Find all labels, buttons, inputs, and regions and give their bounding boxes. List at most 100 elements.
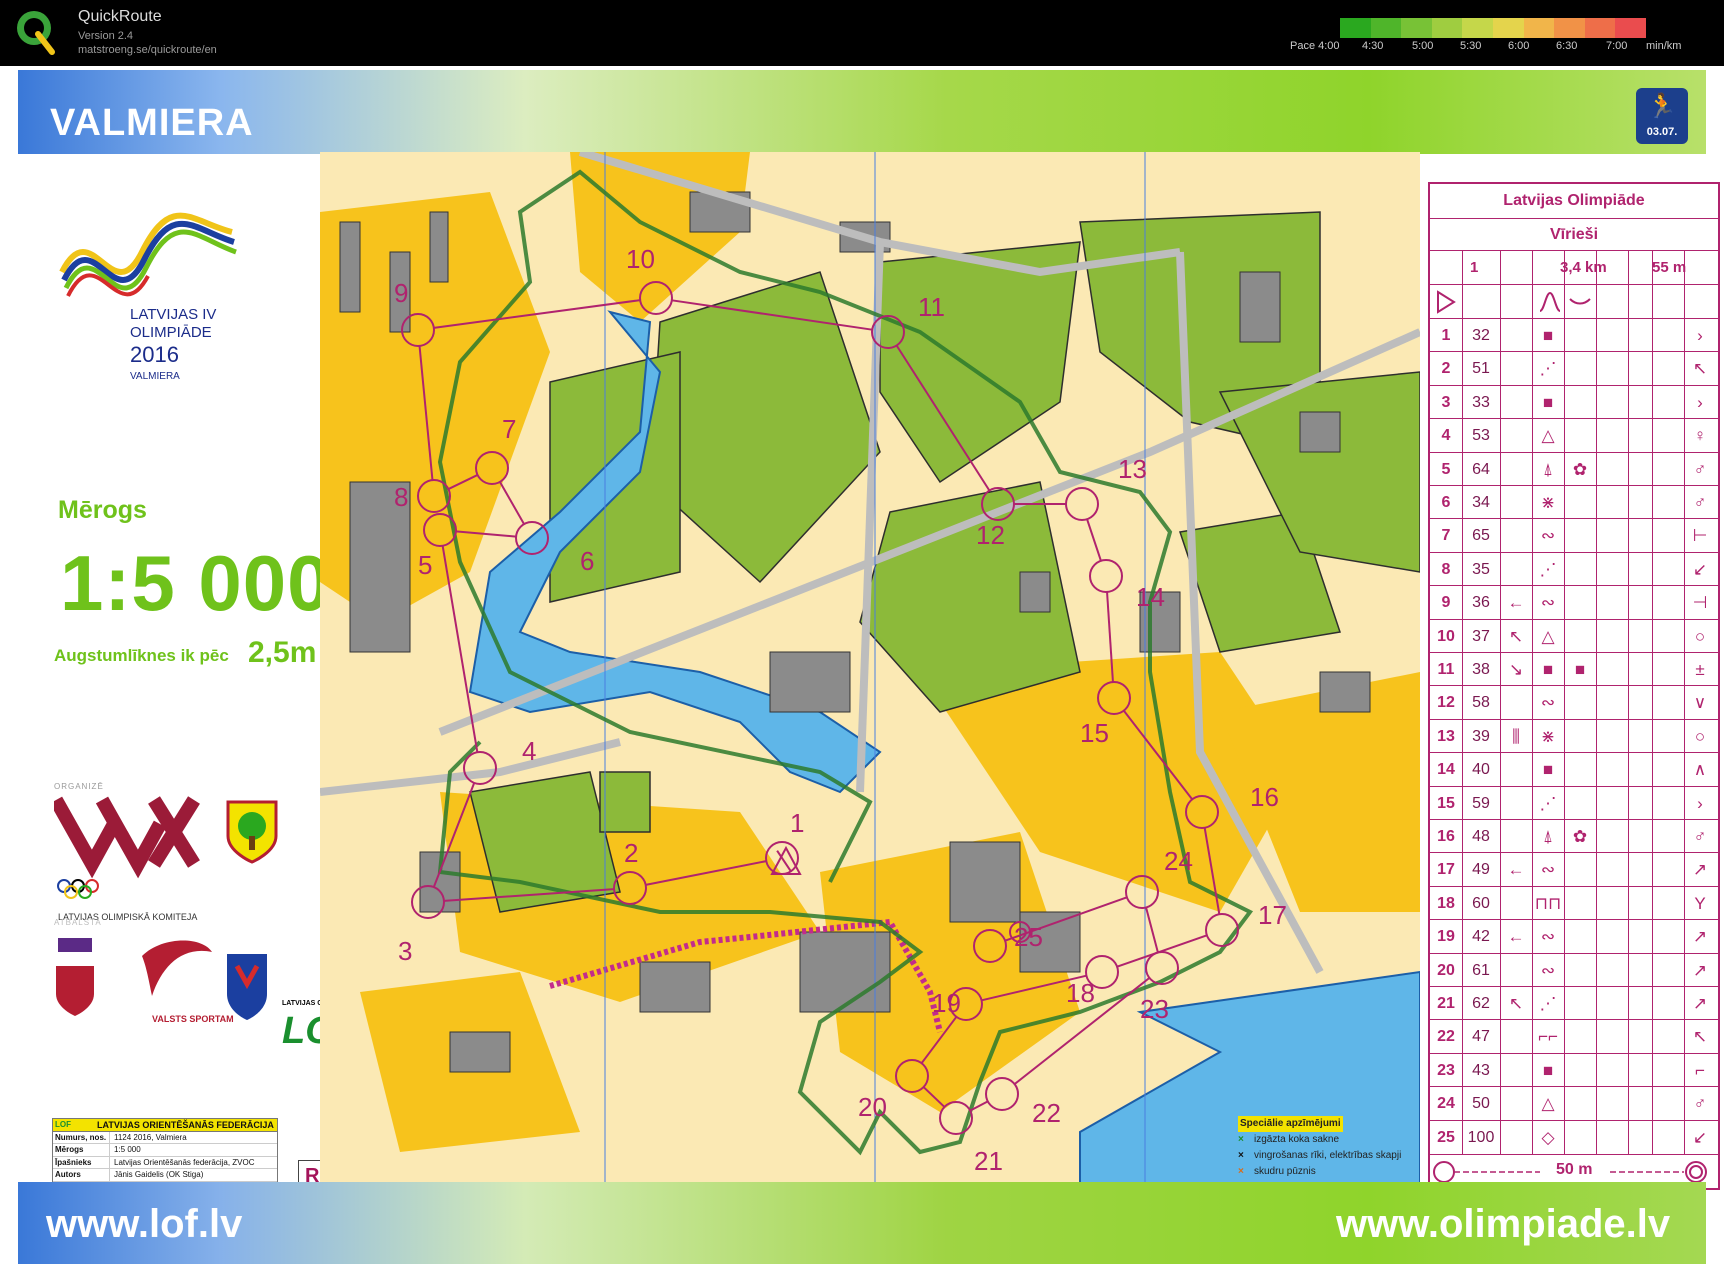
cd-feature-symbol: △ (1541, 626, 1555, 646)
cd-control-number: 21 (1437, 995, 1455, 1012)
cd-control-row: 6 34 ⋇ ♂ (1430, 485, 1718, 519)
cd-feature-symbol: ⍋ (1542, 459, 1554, 479)
cd-control-row: 7 65 ∾ ⊢ (1430, 518, 1718, 552)
cd-feature-symbol: ⋰ (1539, 559, 1557, 579)
info-table-row: Mērogs 1:5 000 (53, 1144, 277, 1157)
cd-control-row: 18 60 ⊓⊓ Y (1430, 885, 1718, 920)
cd-feature-symbol: ⋰ (1539, 994, 1557, 1013)
info-value: Latvijas Orientēšanās federācija, ZVOC (114, 1157, 255, 1167)
cd-feature-symbol: ■ (1542, 392, 1554, 412)
legend-cross-icon: × (1238, 1166, 1244, 1177)
cd-location-symbol: › (1697, 392, 1703, 412)
cd-control-row: 16 48 ⍋ ✿ ♂ (1430, 819, 1718, 853)
cd-class-name: Vīrieši (1430, 218, 1718, 251)
cd-control-number: 5 (1441, 460, 1451, 478)
cd-location-symbol: ↗ (1692, 927, 1708, 947)
cd-appearance-symbol: ■ (1574, 660, 1586, 679)
cd-control-row: 19 42 ← ∾ ↗ (1430, 919, 1718, 953)
cd-feature-symbol: ∾ (1540, 927, 1556, 947)
cd-control-number: 25 (1437, 1128, 1455, 1146)
cd-which-feature-symbol: ↖ (1508, 994, 1524, 1013)
cd-location-symbol: › (1697, 793, 1703, 813)
control-number-label: 24 (1164, 846, 1193, 876)
control-number-label: 7 (502, 414, 516, 444)
cd-control-row: 2 51 ⋰ ↖ (1430, 351, 1718, 385)
pace-scale-labels: Pace 4:00 4:30 5:00 5:30 6:00 6:30 7:00 min/km (1290, 40, 1710, 56)
cd-control-row: 20 61 ∾ ↗ (1430, 952, 1718, 987)
cd-course-number: 1 (1470, 259, 1479, 276)
cd-location-symbol: › (1697, 326, 1703, 345)
cd-control-number: 12 (1437, 694, 1455, 712)
cd-control-number: 10 (1437, 627, 1455, 645)
pace-label: 7:00 (1606, 40, 1628, 52)
orienteering-map-area[interactable]: 12345 67891011121314151617181920212223242… (320, 152, 1420, 1194)
cd-control-code: 40 (1472, 761, 1490, 779)
cd-course-length: 3,4 km (1560, 259, 1607, 276)
info-table-header: LOF LATVIJAS ORIENTĒŠANĀS FEDERĀCIJA (53, 1119, 277, 1132)
legend-text: izgāzta koka sakne (1254, 1134, 1340, 1145)
pace-color-segment (1340, 18, 1371, 38)
cd-control-row: 21 62 ↖ ⋰ ↗ (1430, 986, 1718, 1020)
cd-control-number: 6 (1441, 494, 1451, 511)
cd-feature-symbol: △ (1541, 426, 1555, 446)
cd-which-feature-symbol: ⫼ (1512, 726, 1520, 746)
cd-control-row: 4 53 △ ♀ (1430, 418, 1718, 452)
legend-text: skudru pūznis (1254, 1166, 1316, 1177)
cd-control-row: 9 36 ← ∾ ⊣ (1430, 585, 1718, 619)
cd-control-number: 20 (1437, 961, 1455, 979)
cd-control-code: 48 (1472, 828, 1490, 845)
cd-control-row: 13 39 ⫼ ⋇ ○ (1430, 718, 1718, 753)
olympiad-line1: LATVIJAS IV (130, 306, 217, 323)
cd-control-number: 19 (1437, 928, 1455, 946)
app-url: matstroeng.se/quickroute/en (78, 44, 217, 56)
cd-control-code: 59 (1472, 794, 1490, 812)
cd-feature-symbol: ■ (1542, 326, 1554, 345)
cd-control-code: 60 (1472, 894, 1490, 912)
control-number-label: 20 (858, 1092, 887, 1122)
legend-title: Speciālie apzīmējumi (1238, 1116, 1343, 1132)
cd-location-symbol: ↙ (1692, 559, 1708, 579)
cd-control-code: 42 (1472, 928, 1490, 946)
control-number-label: 1 (790, 808, 804, 838)
legend-item: × izgāzta koka sakne (1238, 1132, 1428, 1148)
pace-color-scale (1340, 18, 1646, 38)
cd-course-climb: 55 m (1652, 259, 1687, 276)
pace-color-segment (1462, 18, 1493, 38)
info-table-title: LATVIJAS ORIENTĒŠANĀS FEDERĀCIJA (97, 1120, 274, 1130)
control-number-label: 2 (624, 838, 638, 868)
runner-icon: 🏃 (1647, 93, 1677, 120)
cd-feature-symbol: △ (1541, 1094, 1555, 1114)
header-band (18, 70, 1706, 154)
control-number-label: 9 (394, 278, 408, 308)
cd-which-feature-symbol: ← (1507, 593, 1525, 613)
cd-location-symbol: ↙ (1692, 1127, 1708, 1147)
cd-control-row: 22 47 ⌐⌐ ↖ (1430, 1019, 1718, 1053)
footer-url-left[interactable]: www.lof.lv (46, 1202, 242, 1247)
cd-feature-symbol: ⋰ (1539, 793, 1557, 813)
cd-control-row: 11 38 ↘ ■ ■ ± (1430, 652, 1718, 686)
orienteering-map-sheet[interactable]: VALMIERA 🏃 03.07. LATVIJAS IV OLIMPIĀDE … (0, 66, 1724, 1266)
app-title: QuickRoute (78, 8, 162, 25)
cd-control-number: 9 (1441, 594, 1451, 612)
pace-label: 4:30 (1362, 40, 1384, 52)
cd-feature-symbol: ■ (1542, 1060, 1554, 1080)
info-table-row: Numurs, nos. 1124 2016, Valmiera (53, 1132, 277, 1145)
cd-feature-symbol: ∾ (1540, 693, 1556, 713)
olympiad-line2: OLIMPIĀDE (130, 324, 212, 341)
cd-control-row: 25 100 ◇ ↙ (1430, 1119, 1718, 1154)
cd-control-row: 1 32 ■ › (1430, 318, 1718, 352)
cd-control-row: 15 59 ⋰ › (1430, 785, 1718, 820)
valsts-sportam-logo-text: VALSTS SPORTAM (152, 1014, 234, 1024)
cd-location-symbol: ♂ (1693, 493, 1707, 512)
cd-control-code: 36 (1472, 594, 1490, 612)
control-number-label: 18 (1066, 978, 1095, 1008)
cd-control-number: 13 (1437, 727, 1455, 745)
cd-control-code: 100 (1467, 1128, 1495, 1146)
cd-control-code: 34 (1472, 494, 1490, 511)
footer-url-right[interactable]: www.olimpiade.lv (1336, 1202, 1670, 1247)
info-value: 1:5 000 (114, 1145, 141, 1155)
cd-control-number: 24 (1437, 1095, 1455, 1113)
cd-control-code: 58 (1472, 694, 1490, 712)
cd-control-code: 62 (1472, 995, 1490, 1012)
cd-control-number: 1 (1441, 327, 1451, 344)
